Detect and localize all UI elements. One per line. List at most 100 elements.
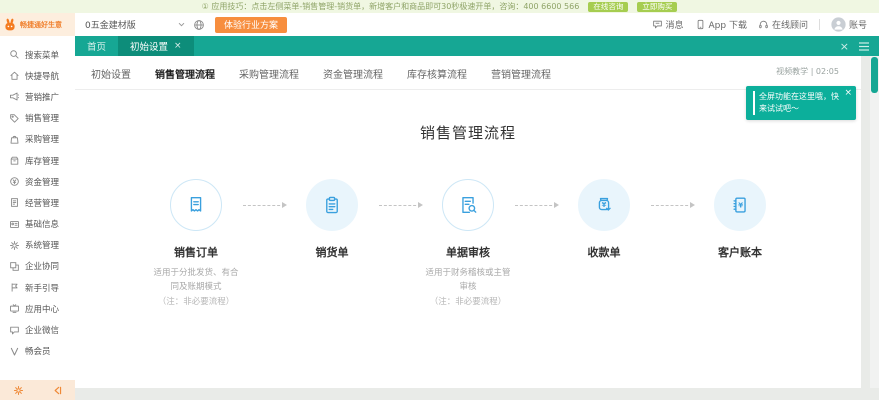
tab-close-icon[interactable]: × [174,41,182,51]
flow-step-note: （注：非必要流程） [149,295,243,307]
sidebar-item-label: 畅会员 [25,345,51,357]
tab-home[interactable]: 首页 [75,36,118,56]
sidebar-item-wecom[interactable]: 企业微信 [0,319,75,340]
sidebar-item-quick-nav[interactable]: 快捷导航 [0,65,75,86]
sidebar-item-label: 营销推广 [25,91,59,103]
subtab-inventory-flow[interactable]: 库存核算流程 [407,66,467,81]
tab-initial-settings-label: 初始设置 [130,39,168,53]
flow-arrow [379,205,421,206]
brand-logo-icon [3,18,17,32]
flow-step-note: （注：非必要流程） [421,295,515,307]
sidebar-item-basic-info[interactable]: 基础信息 [0,214,75,235]
industry-trial-button[interactable]: 体验行业方案 [215,17,287,33]
toast-text: 全屏功能在这里哦，快来试试吧～ [753,91,844,115]
messages-link[interactable]: 消息 [652,18,684,31]
account-set-value: 0五金建材版 [85,18,136,31]
video-tutorial-link[interactable]: 视频教学 | 02:05 [776,66,839,77]
collab-icon [9,261,20,272]
sidebar-item-app-center[interactable]: 应用中心 [0,298,75,319]
search-icon [9,49,20,60]
account-set-select[interactable]: 0五金建材版 [85,18,185,31]
sidebar-item-label: 快捷导航 [25,70,59,82]
sidebar-item-label: 系统管理 [25,239,59,251]
flow-step-receipt-voucher[interactable]: ¥ 收款单 [557,179,651,267]
flow-step-desc: 适用于财务稽核或主管审核 [421,267,515,294]
chat-icon [9,325,20,336]
online-consult-button[interactable]: 在线咨询 [588,2,628,12]
sidebar: 搜索菜单 快捷导航 营销推广 销售管理 采购管理 库存管理 资金管理 经营管理 … [0,36,75,380]
online-advisor-label: 在线顾问 [772,18,808,31]
tab-menu-icon[interactable] [859,42,869,51]
subtab-purchase-flow[interactable]: 采购管理流程 [239,66,299,81]
flow-step-sales-invoice[interactable]: 销货单 [285,179,379,267]
subtab-marketing-flow[interactable]: 营销管理流程 [491,66,551,81]
globe-icon[interactable] [193,19,205,31]
idcard-icon [9,219,20,230]
flag-icon [9,282,20,293]
sidebar-item-purchase-mgmt[interactable]: 采购管理 [0,129,75,150]
sidebar-item-vip-member[interactable]: 畅会员 [0,341,75,362]
headset-icon [758,19,769,30]
sidebar-item-funds-mgmt[interactable]: 资金管理 [0,171,75,192]
flow-step-doc-review[interactable]: 单据审核 适用于财务稽核或主管审核 （注：非必要流程） [421,179,515,307]
toast-close-icon[interactable]: × [844,89,852,98]
sidebar-item-beginner-guide[interactable]: 新手引导 [0,277,75,298]
gear-icon [9,240,20,251]
app-header: 畅捷通好生意 0五金建材版 体验行业方案 消息 App 下载 [0,13,879,36]
flow-step-desc: 适用于分批发货、有合同及账期模式 [149,267,243,294]
doc-search-icon [457,194,479,216]
sidebar-item-label: 库存管理 [25,155,59,167]
main-content: 初始设置 销售管理流程 采购管理流程 资金管理流程 库存核算流程 营销管理流程 … [75,56,861,388]
sidebar-item-operation-mgmt[interactable]: 经营管理 [0,192,75,213]
app-download-link[interactable]: App 下载 [695,18,747,31]
flow-step-label: 客户账本 [693,244,787,260]
home-icon [9,70,20,81]
user-label: 账号 [849,18,867,31]
bag-icon [9,134,20,145]
settings-subtabs: 初始设置 销售管理流程 采购管理流程 资金管理流程 库存核算流程 营销管理流程 [75,56,861,90]
sidebar-item-inventory-mgmt[interactable]: 库存管理 [0,150,75,171]
money-pouch-icon: ¥ [593,194,615,216]
sidebar-item-marketing[interactable]: 营销推广 [0,86,75,107]
sidebar-item-label: 经营管理 [25,197,59,209]
close-all-tabs-icon[interactable]: × [840,41,849,52]
sidebar-item-label: 基础信息 [25,218,59,230]
buy-now-button[interactable]: 立即购买 [637,2,677,12]
sales-flow-diagram: 销售订单 适用于分批发货、有合同及账期模式 （注：非必要流程） 销货单 [75,179,861,307]
sidebar-item-sales-mgmt[interactable]: 销售管理 [0,108,75,129]
tab-home-label: 首页 [87,39,106,53]
scrollbar-thumb[interactable] [871,57,878,93]
sidebar-item-label: 新手引导 [25,282,59,294]
logo-block[interactable]: 畅捷通好生意 [0,13,75,36]
coin-icon [9,176,20,187]
sidebar-item-enterprise-collab[interactable]: 企业协同 [0,256,75,277]
phone-icon [695,19,706,30]
clipboard-icon [321,194,343,216]
message-bubble-icon [652,19,663,30]
flow-circle [442,179,494,231]
settings-gear-icon[interactable] [13,385,24,396]
collapse-sidebar-icon[interactable] [51,386,62,395]
doc-icon [9,197,20,208]
sidebar-item-system-mgmt[interactable]: 系统管理 [0,235,75,256]
subtab-sales-flow[interactable]: 销售管理流程 [155,66,215,81]
notice-bar: ① 应用技巧：点击左侧菜单-销售管理-销货单，新增客户和商品即可30秒极速开单，… [0,0,879,13]
divider [819,19,820,30]
subtab-funds-flow[interactable]: 资金管理流程 [323,66,383,81]
subtab-initial-settings[interactable]: 初始设置 [91,66,131,81]
vertical-scrollbar[interactable] [870,56,879,388]
flow-step-label: 销货单 [285,244,379,260]
window-tab-bar: 首页 初始设置 × × [75,36,879,56]
sidebar-item-label: 资金管理 [25,176,59,188]
online-advisor-link[interactable]: 在线顾问 [758,18,808,31]
sidebar-item-search-menu[interactable]: 搜索菜单 [0,44,75,65]
flow-arrow [243,205,285,206]
tabbar-actions: × [840,36,879,56]
flow-circle [170,179,222,231]
flow-step-customer-ledger[interactable]: ¥ 客户账本 [693,179,787,267]
flow-step-label: 销售订单 [149,244,243,260]
user-account[interactable]: 账号 [831,17,867,32]
tab-initial-settings[interactable]: 初始设置 × [118,36,194,56]
fullscreen-tip-toast: 全屏功能在这里哦，快来试试吧～ × [746,86,856,120]
flow-step-sales-order[interactable]: 销售订单 适用于分批发货、有合同及账期模式 （注：非必要流程） [149,179,243,307]
